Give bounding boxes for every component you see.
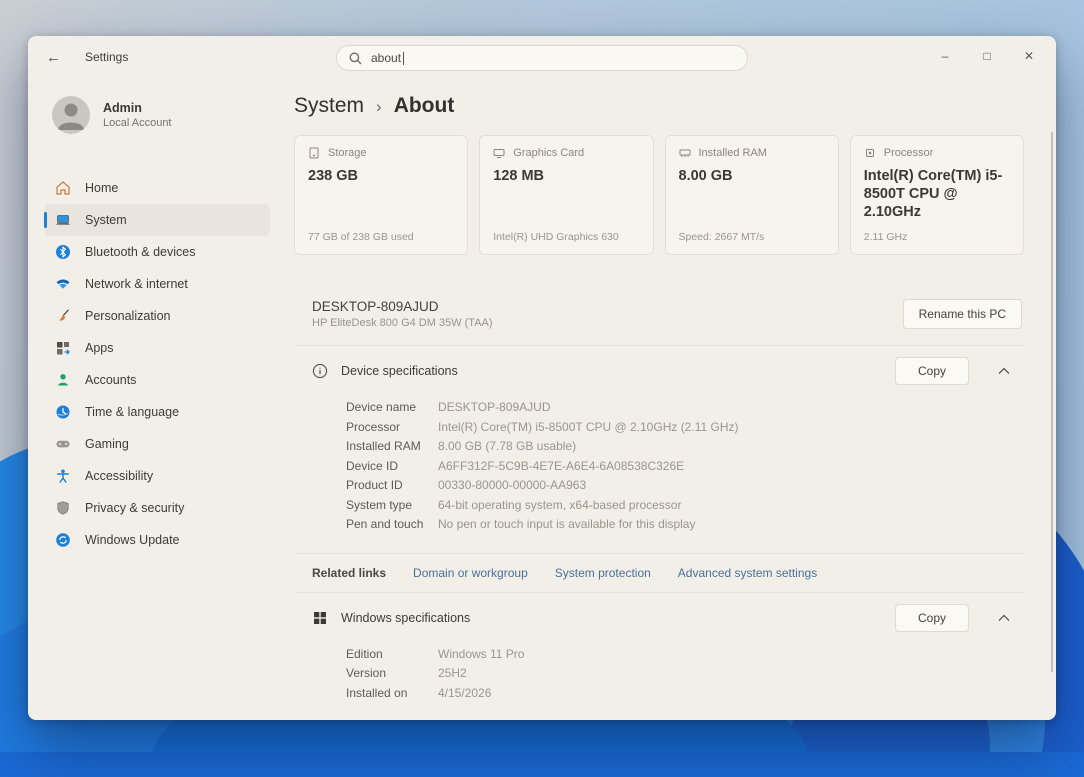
main-content: System › About Storage 238 GB 77 GB of 2… [294,78,1044,720]
spec-row: Product ID 00330-80000-00000-AA963 [346,478,587,492]
titlebar: ← Settings about – □ ✕ [28,36,1056,78]
device-model: HP EliteDesk 800 G4 DM 35W (TAA) [312,317,493,329]
copy-device-specs-button[interactable]: Copy [894,357,969,385]
close-button[interactable]: ✕ [1008,36,1050,76]
app-title: Settings [85,50,129,64]
gamepad-icon [56,440,70,448]
home-icon [56,181,70,195]
system-icon [56,215,70,225]
spec-row: Version 25H2 [346,666,467,680]
processor-card: Processor Intel(R) Core(TM) i5-8500T CPU… [849,135,1024,255]
clock-globe-icon [56,405,70,419]
brush-icon [59,309,70,321]
spec-row: Pen and touch No pen or touch input is av… [346,517,696,531]
info-icon [312,363,328,379]
windows-specs-icon [314,611,326,624]
shield-icon [57,501,69,515]
page-title: About [393,94,455,117]
sidebar-item-privacy[interactable]: Privacy & security [44,492,270,524]
maximize-button[interactable]: □ [966,36,1008,76]
device-specs-header[interactable]: Device specifications Copy [294,346,1024,396]
sidebar-item-gaming[interactable]: Gaming [44,428,270,460]
breadcrumb-separator: › [376,97,382,116]
link-advanced-system-settings[interactable]: Advanced system settings [678,566,817,580]
search-icon [349,52,362,64]
spec-row: System type 64-bit operating system, x64-… [346,497,682,512]
cpu-icon [865,149,874,157]
avatar [52,96,90,134]
minimize-button[interactable]: – [924,36,966,76]
related-links-row: Related links Domain or workgroup System… [294,552,1024,593]
sidebar: Admin Local Account Home System Bluetoot… [28,78,282,720]
device-name-row: DESKTOP-809AJUD HP EliteDesk 800 G4 DM 3… [294,299,1024,346]
breadcrumb-system[interactable]: System [294,94,364,118]
spec-row: Installed RAM 8.00 GB (7.78 GB usable) [346,439,577,453]
ram-card: Installed RAM 8.00 GB Speed: 2667 MT/s [664,135,839,255]
sidebar-item-personalization[interactable]: Personalization [44,300,270,332]
chevron-up-icon[interactable] [998,367,1010,375]
account-header[interactable]: Admin Local Account [52,96,270,134]
ram-icon [679,149,690,157]
link-domain-workgroup[interactable]: Domain or workgroup [413,566,528,580]
windows-specs-header[interactable]: Windows specifications Copy [294,593,1024,643]
gpu-icon [493,149,505,158]
spec-row: Processor Intel(R) Core(TM) i5-8500T CPU … [346,419,739,434]
wifi-icon [56,279,70,289]
update-icon [56,533,70,547]
back-icon[interactable]: ← [46,49,61,66]
sidebar-item-apps[interactable]: Apps [44,332,270,364]
sidebar-item-system[interactable]: System [44,204,270,236]
search-value: about [371,51,402,65]
windows-specs-table: Edition Windows 11 Pro Version 25H2 Instal… [294,643,1024,720]
copy-windows-specs-button[interactable]: Copy [894,603,969,632]
text-caret [403,51,405,65]
sidebar-item-home[interactable]: Home [44,172,270,204]
chevron-up-icon[interactable] [998,614,1010,622]
apps-icon [57,342,70,355]
sidebar-item-time-language[interactable]: Time & language [44,396,270,428]
summary-cards: Storage 238 GB 77 GB of 238 GB used Grap… [294,135,1024,255]
sidebar-item-windows-update[interactable]: Windows Update [44,524,270,556]
link-system-protection[interactable]: System protection [555,566,651,580]
settings-window: ← Settings about – □ ✕ Admin Local Accou… [28,36,1056,720]
bluetooth-icon [56,245,70,259]
accessibility-icon [57,469,69,483]
spec-row: Device name DESKTOP-809AJUD [346,400,551,414]
spec-row: Device ID A6FF312F-5C9B-4E7E-A6E4-6A08538… [346,458,685,473]
graphics-card: Graphics Card 128 MB Intel(R) UHD Graphi… [479,135,654,255]
sidebar-item-bluetooth[interactable]: Bluetooth & devices [44,236,270,268]
rename-pc-button[interactable]: Rename this PC [902,299,1022,329]
account-name: Admin [103,101,142,115]
device-name: DESKTOP-809AJUD [312,299,439,314]
related-links-title: Related links [312,565,387,580]
sidebar-item-accessibility[interactable]: Accessibility [44,460,270,492]
person-icon [58,374,68,386]
scrollbar[interactable] [1051,132,1053,672]
account-subtitle: Local Account [103,117,172,129]
storage-card: Storage 238 GB 77 GB of 238 GB used [294,135,469,255]
sidebar-item-network[interactable]: Network & internet [44,268,270,300]
search-input[interactable]: about [336,45,748,71]
breadcrumb: System › About [294,94,1024,118]
device-specs-table: Device name DESKTOP-809AJUD Processor Inte… [294,396,1024,551]
spec-row: Installed on 4/15/2026 [346,685,492,700]
storage-icon [309,147,319,159]
sidebar-item-accounts[interactable]: Accounts [44,364,270,396]
spec-row: Edition Windows 11 Pro [346,646,525,661]
